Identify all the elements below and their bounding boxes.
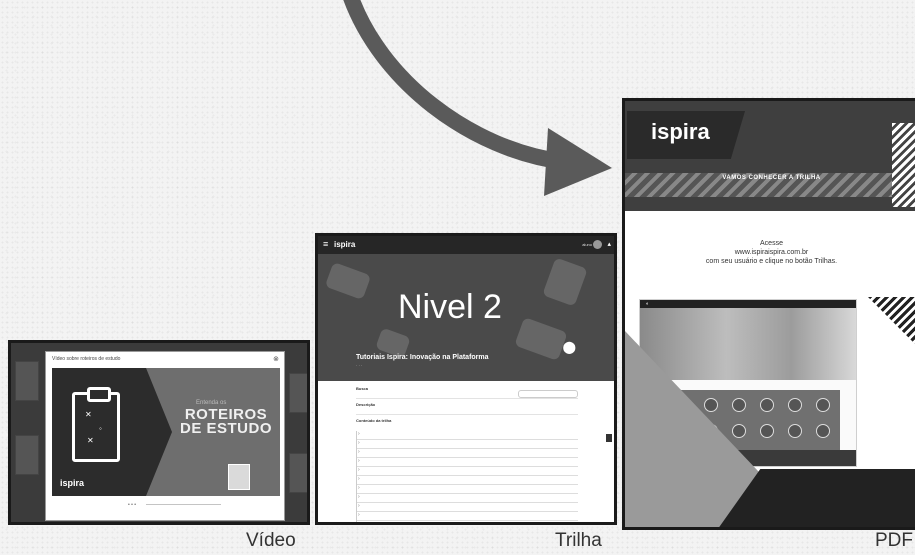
trilha-screenshot[interactable]: ≡ ispira aluno ▴ Nivel 2 ⬤ Tutoriais Isp… xyxy=(315,233,617,525)
list-item[interactable] xyxy=(357,467,578,476)
caption-pdf: PDF xyxy=(875,530,913,551)
background-tile xyxy=(15,435,39,475)
instruction-line-2: www.ispiraispira.com.br xyxy=(734,249,809,256)
trilha-list xyxy=(356,431,578,522)
video-headline: ROTEIROS DE ESTUDO xyxy=(178,407,274,437)
side-tab[interactable] xyxy=(606,434,612,442)
banner-highlight: TRILHA xyxy=(795,175,821,181)
hero-shape xyxy=(324,261,372,301)
device-illustration xyxy=(228,464,250,490)
course-subtitle: · · · xyxy=(356,363,363,368)
caption-trilha: Trilha xyxy=(555,530,602,551)
list-item[interactable] xyxy=(357,431,578,440)
headline-line-2: DE ESTUDO xyxy=(179,420,272,437)
video-player[interactable]: ✕ ◦ ✕ Entenda os ROTEIROS DE ESTUDO ispi… xyxy=(52,368,280,496)
avatar[interactable] xyxy=(593,240,602,249)
modal-footer-text: ――――――――――――――― xyxy=(146,502,221,508)
top-navbar: ≡ ispira aluno ▴ xyxy=(318,236,614,254)
ispira-logo: ispira xyxy=(334,240,356,249)
menu-icon[interactable] xyxy=(816,424,830,438)
menu-icon[interactable] xyxy=(732,398,746,412)
pdf-instructions: Acesse www.ispiraispira.com.br com seu u… xyxy=(625,239,915,266)
corner-hatch xyxy=(868,297,915,347)
platform-photo xyxy=(640,308,856,380)
pdf-banner: VAMOS CONHECER A TRILHA xyxy=(625,175,915,181)
ispira-logo: ◐ xyxy=(646,301,650,307)
list-item[interactable] xyxy=(357,449,578,458)
course-title: Tutoriais Ispira: Inovação na Plataforma xyxy=(356,354,489,361)
menu-icon[interactable] xyxy=(788,424,802,438)
location-pin-icon: ⬤ xyxy=(562,340,576,354)
list-item[interactable] xyxy=(357,440,578,449)
pdf-screenshot[interactable]: ispira VAMOS CONHECER A TRILHA Acesse ww… xyxy=(622,98,915,530)
clipboard-icon: ✕ ◦ ✕ xyxy=(72,387,120,462)
platform-navbar: ◐ xyxy=(640,300,856,308)
hero-shape xyxy=(542,257,588,307)
background-tile xyxy=(289,373,307,413)
ispira-logo: ispira xyxy=(60,478,85,488)
menu-icon[interactable] xyxy=(704,398,718,412)
description-label: Descrição xyxy=(356,402,376,407)
menu-icon[interactable]: ≡ xyxy=(323,239,328,249)
menu-icon[interactable] xyxy=(732,424,746,438)
bell-icon[interactable]: ▴ xyxy=(607,240,611,248)
menu-icon[interactable] xyxy=(760,424,774,438)
trilha-content: Busca Descrição Conteúdo da trilha xyxy=(356,386,578,522)
list-item[interactable] xyxy=(357,521,578,522)
list-item[interactable] xyxy=(357,512,578,521)
menu-icon[interactable] xyxy=(760,398,774,412)
modal-title: Vídeo sobre roteiros de estudo xyxy=(52,356,121,362)
level-hero: Nivel 2 ⬤ Tutoriais Ispira: Inovação na … xyxy=(318,254,614,381)
close-icon[interactable]: ⊗ xyxy=(273,355,279,363)
list-item[interactable] xyxy=(357,503,578,512)
description-text xyxy=(356,409,578,415)
menu-icon[interactable] xyxy=(788,398,802,412)
list-item[interactable] xyxy=(357,458,578,467)
background-tile xyxy=(289,453,307,493)
curved-arrow-icon xyxy=(343,0,612,196)
background-tile xyxy=(15,361,39,401)
caption-video: Vídeo xyxy=(246,530,296,551)
level-title: Nivel 2 xyxy=(398,288,502,326)
instruction-line-3: com seu usuário e clique no botão Trilha… xyxy=(705,258,838,265)
pdf-header: ispira VAMOS CONHECER A TRILHA xyxy=(625,101,915,211)
menu-icon[interactable] xyxy=(816,398,830,412)
list-item[interactable] xyxy=(357,476,578,485)
list-item[interactable] xyxy=(357,494,578,503)
hero-shape xyxy=(514,317,568,361)
video-screenshot[interactable]: Vídeo sobre roteiros de estudo ⊗ ✕ ◦ ✕ E… xyxy=(8,340,310,525)
video-modal: Vídeo sobre roteiros de estudo ⊗ ✕ ◦ ✕ E… xyxy=(45,351,285,521)
ispira-logo: ispira xyxy=(651,119,710,144)
list-item[interactable] xyxy=(357,485,578,494)
progress-dots: • • • xyxy=(128,502,137,508)
banner-prefix: VAMOS CONHECER A xyxy=(722,175,794,181)
corner-pattern xyxy=(892,123,915,207)
list-label: Conteúdo da trilha xyxy=(356,418,392,423)
instruction-line-1: Acesse xyxy=(760,240,783,247)
user-name: aluno xyxy=(582,242,592,247)
search-input[interactable] xyxy=(518,390,578,398)
